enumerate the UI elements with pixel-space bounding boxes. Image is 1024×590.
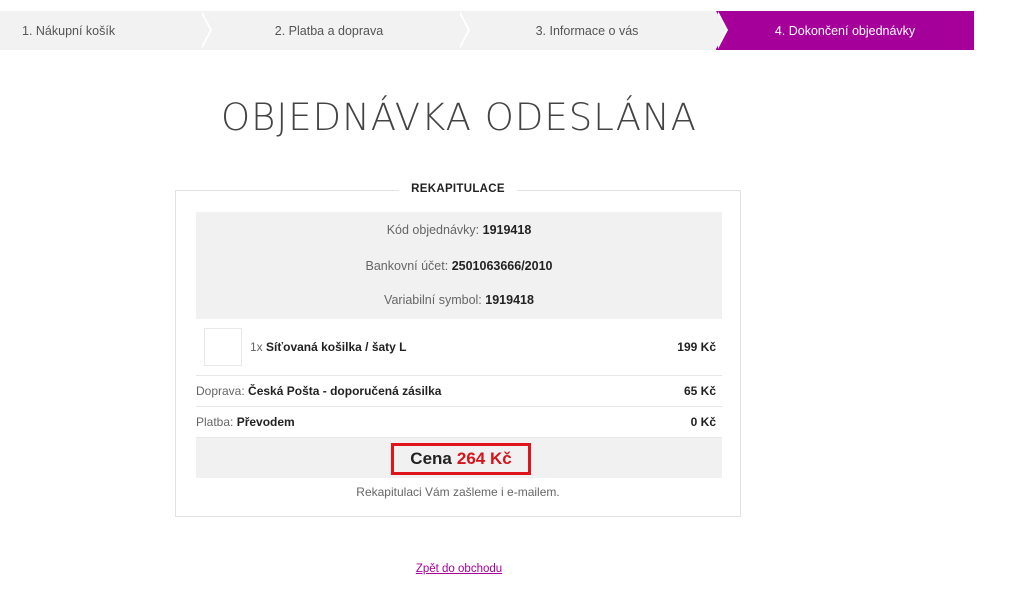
step-complete-active: 4. Dokončení objednávky	[716, 11, 974, 50]
shipping-row: Doprava: Česká Pošta - doporučená zásilk…	[196, 376, 722, 407]
step-cart-label: 1. Nákupní košík	[22, 23, 116, 38]
email-note: Rekapitulaci Vám zašleme i e-mailem.	[356, 485, 560, 499]
order-code-line: Kód objednávky: 1919418	[196, 223, 722, 237]
product-price: 199 Kč	[677, 340, 716, 354]
checkout-steps: 1. Nákupní košík 2. Platba a doprava 3. …	[0, 11, 974, 50]
step-payment-shipping-label: 2. Platba a doprava	[274, 23, 384, 38]
shipping-value: Česká Pošta - doporučená zásilka	[248, 384, 442, 398]
variable-symbol-label: Variabilní symbol:	[384, 293, 482, 307]
step-arrow	[716, 11, 726, 49]
total-block: Cena 264 Kč	[196, 438, 722, 478]
product-qty: 1x	[250, 340, 263, 354]
total-label: Cena	[410, 449, 452, 468]
payment-value: Převodem	[236, 415, 295, 429]
step-payment-shipping[interactable]: 2. Platba a doprava	[200, 11, 470, 50]
product-thumbnail[interactable]	[204, 328, 242, 366]
recap-legend: REKAPITULACE	[399, 183, 517, 195]
order-code-value: 1919418	[482, 223, 532, 237]
product-info: 1x Síťovaná košilka / šaty L	[204, 328, 407, 366]
total-price-box: Cena 264 Kč	[391, 443, 531, 475]
bank-account-label: Bankovní účet:	[365, 259, 449, 273]
bank-account-line: Bankovní účet: 2501063666/2010	[196, 259, 722, 273]
variable-symbol-line: Variabilní symbol: 1919418	[196, 293, 722, 307]
step-info[interactable]: 3. Informace o vás	[458, 11, 728, 50]
page-title-text: OBJEDNÁVKA ODESLÁNA	[221, 96, 697, 139]
step-arrow	[200, 11, 210, 49]
payment-label: Platba:	[196, 415, 234, 429]
bank-account-value: 2501063666/2010	[451, 259, 553, 273]
variable-symbol-value: 1919418	[485, 293, 534, 307]
product-name: Síťovaná košilka / šaty L	[266, 340, 407, 354]
step-cart[interactable]: 1. Nákupní košík	[0, 11, 212, 50]
payment-row: Platba: Převodem 0 Kč	[196, 407, 722, 438]
step-complete-label: 4. Dokončení objednávky	[774, 23, 916, 38]
step-arrow	[458, 11, 468, 49]
payment-price: 0 Kč	[690, 415, 716, 429]
shipping-price: 65 Kč	[683, 384, 716, 398]
recap-box: REKAPITULACE Kód objednávky: 1919418 Ban…	[175, 183, 741, 517]
shipping-label: Doprava:	[196, 384, 245, 398]
product-row: 1x Síťovaná košilka / šaty L 199 Kč	[196, 319, 722, 376]
back-to-shop-link[interactable]: Zpět do obchodu	[0, 563, 918, 575]
payment-info: Platba: Převodem	[196, 415, 295, 429]
shipping-info: Doprava: Česká Pošta - doporučená zásilk…	[196, 384, 441, 398]
order-code-label: Kód objednávky:	[386, 223, 480, 237]
page-title: OBJEDNÁVKA ODESLÁNA	[0, 96, 918, 139]
total-amount: 264 Kč	[456, 449, 512, 468]
step-info-label: 3. Informace o vás	[535, 23, 639, 38]
order-info-block: Kód objednávky: 1919418 Bankovní účet: 2…	[196, 212, 722, 319]
